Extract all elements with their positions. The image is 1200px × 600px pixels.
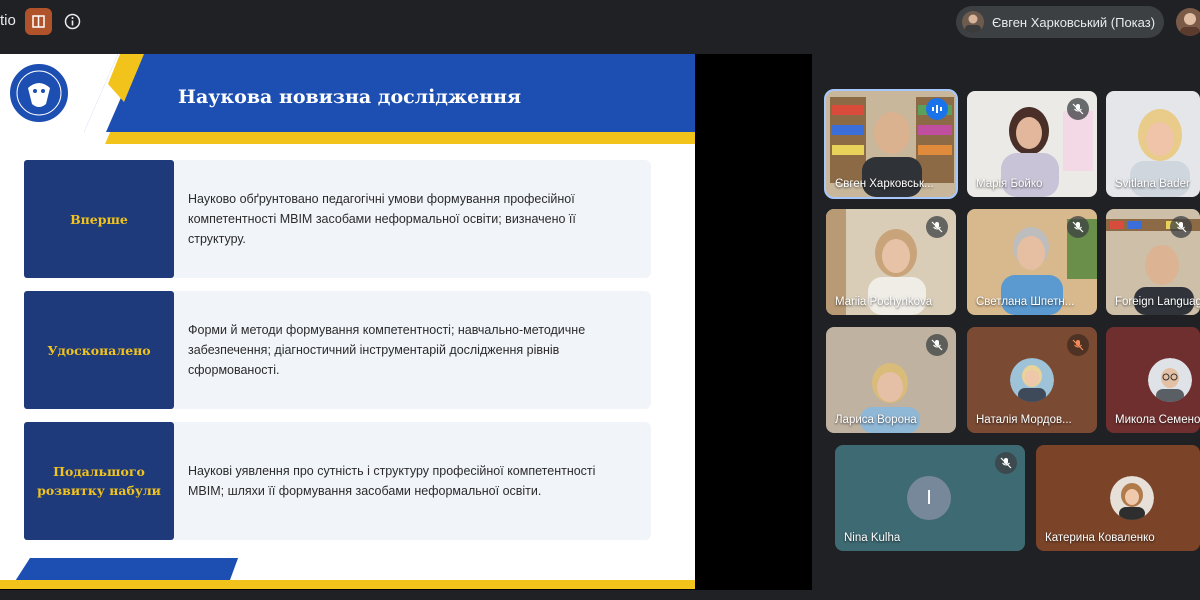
presenter-chip[interactable]: Євген Харковський (Показ) [956, 6, 1164, 38]
row-text: Науково обґрунтовано педагогічні умови ф… [188, 192, 576, 246]
row-text-box: Наукові уявлення про сутність і структур… [174, 422, 651, 540]
participant-name: Светлана Шпетн... [976, 296, 1075, 308]
row-text-box: Науково обґрунтовано педагогічні умови ф… [174, 160, 651, 278]
mic-off-icon [1170, 216, 1192, 238]
row-text: Наукові уявлення про сутність і структур… [188, 464, 596, 498]
participant-name: Svitlana Bader [1115, 178, 1190, 190]
participant-initial: I [926, 486, 932, 509]
novelty-row-improved: Удосконалено Форми й методи формування к… [24, 291, 651, 409]
row-label-box: Вперше [24, 160, 174, 278]
participant-tile[interactable]: Foreign Language [1106, 209, 1200, 315]
row-text-box: Форми й методи формування компетентності… [174, 291, 651, 409]
participant-tile[interactable]: Svitlana Bader [1106, 91, 1200, 197]
participant-avatar [1148, 358, 1192, 402]
participant-tile[interactable]: Катерина Коваленко [1036, 445, 1200, 551]
mic-off-icon [1067, 334, 1089, 356]
slide-header: Наукова новизна дослідження [0, 54, 695, 144]
row-label-box: Удосконалено [24, 291, 174, 409]
participant-name: Катерина Коваленко [1045, 532, 1155, 544]
participant-avatar [1010, 358, 1054, 402]
self-avatar[interactable] [1176, 8, 1200, 36]
novelty-row-developed: Подальшого розвитку набули Наукові уявле… [24, 422, 651, 540]
participant-name: Foreign Language [1115, 296, 1200, 308]
participant-tile[interactable]: Марія Бойко [967, 91, 1097, 197]
app-name: tio [0, 12, 16, 29]
participant-name: Nina Kulha [844, 532, 901, 544]
participant-avatar [1110, 476, 1154, 520]
top-bar: tio Євген Харковський (Показ) [0, 0, 1200, 44]
presenter-label: Євген Харковський (Показ) [992, 14, 1156, 30]
meet-window: tio Євген Харковський (Показ) Наукова но… [0, 0, 1200, 600]
participant-name: Mariia Pochynkova [835, 296, 933, 308]
slide-footer [0, 558, 695, 589]
participant-tile[interactable]: Лариса Ворона [826, 327, 956, 433]
mic-off-icon [926, 334, 948, 356]
participant-tile[interactable]: Mariia Pochynkova [826, 209, 956, 315]
participant-name: Лариса Ворона [835, 414, 917, 426]
row-label: Подальшого розвитку набули [37, 464, 161, 498]
participant-avatar: I [907, 476, 951, 520]
presentation-slide: Наукова новизна дослідження Вперше Науко… [0, 54, 695, 589]
shared-screen: Наукова новизна дослідження Вперше Науко… [0, 54, 812, 590]
row-label: Вперше [70, 211, 128, 227]
row-label: Удосконалено [47, 342, 151, 358]
participant-tile[interactable]: Светлана Шпетн... [967, 209, 1097, 315]
participant-tile[interactable]: Наталія Мордов... [967, 327, 1097, 433]
presenter-avatar [962, 11, 984, 33]
participant-name: Микола Семенов [1115, 414, 1200, 426]
mic-off-icon [926, 216, 948, 238]
participant-name: Марія Бойко [976, 178, 1043, 190]
mic-off-icon [1067, 98, 1089, 120]
info-icon[interactable] [64, 13, 81, 30]
participant-name: Євген Харковськ... [835, 178, 934, 190]
app-logo-icon[interactable] [25, 8, 52, 35]
participant-tile[interactable]: Микола Семенов [1106, 327, 1200, 433]
participant-tile[interactable]: I Nina Kulha [835, 445, 1025, 551]
row-label-box: Подальшого розвитку набули [24, 422, 174, 540]
mic-off-icon [1067, 216, 1089, 238]
speaking-indicator-icon [926, 98, 948, 120]
row-text: Форми й методи формування компетентності… [188, 323, 586, 377]
slide-title: Наукова новизна дослідження [178, 86, 522, 108]
novelty-row-first: Вперше Науково обґрунтовано педагогічні … [24, 160, 651, 278]
university-logo-icon [6, 60, 72, 126]
participant-tile[interactable]: Євген Харковськ... [824, 89, 958, 199]
participant-name: Наталія Мордов... [976, 414, 1072, 426]
mic-off-icon [995, 452, 1017, 474]
